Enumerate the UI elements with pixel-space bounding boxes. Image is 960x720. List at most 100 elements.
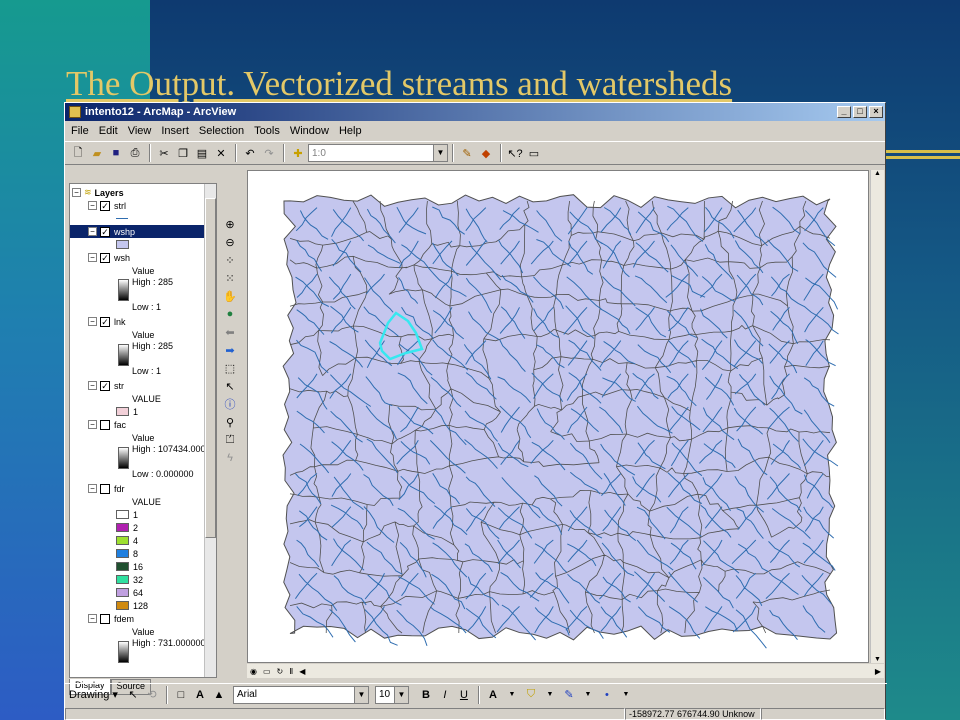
menu-insert[interactable]: Insert [161,125,189,137]
layer-fdr[interactable]: − fdr [88,482,125,495]
print-icon[interactable]: ⎙ [126,144,144,162]
scroll-right-icon[interactable]: ▶ [875,667,881,676]
whats-this-icon[interactable]: ↖? [506,144,524,162]
delete-icon[interactable]: ✕ [212,144,230,162]
collapse-icon[interactable]: − [88,227,97,236]
chevron-down-icon[interactable]: ▼ [617,686,635,704]
text-icon[interactable]: A [191,686,209,704]
undo-icon[interactable]: ↶ [241,144,259,162]
pan-icon[interactable]: ✋ [221,287,239,305]
scroll-down-icon[interactable]: ▼ [871,656,884,663]
bold-button[interactable]: B [417,686,435,704]
map-scale-combo[interactable]: 1:0 ▼ [308,144,448,162]
editor-toolbar-icon[interactable]: ✎ [458,144,476,162]
new-document-icon[interactable]: 🗋 [69,144,87,162]
layer-visibility-checkbox[interactable]: ✓ [100,380,110,391]
callout-icon[interactable]: ▲ [210,686,228,704]
close-button[interactable]: × [869,106,883,118]
map-horizontal-scrollbar[interactable]: ◉ ▭ ↻ Ⅱ ◀ ▶ [247,664,884,678]
layer-wshp[interactable]: − ✓ wshp [70,225,204,238]
collapse-icon[interactable]: − [88,253,97,262]
menu-help[interactable]: Help [339,125,362,137]
pause-icon[interactable]: Ⅱ [289,667,293,676]
select-features-icon[interactable]: ⬚ [221,359,239,377]
menu-window[interactable]: Window [290,125,329,137]
collapse-icon[interactable]: − [88,484,97,493]
menu-selection[interactable]: Selection [199,125,244,137]
fill-color-icon[interactable]: ⛉ [522,686,540,704]
chevron-down-icon[interactable]: ▼ [503,686,521,704]
select-elements-icon[interactable]: ↖ [221,377,239,395]
paste-icon[interactable]: ▤ [193,144,211,162]
find-icon[interactable]: ⚲ [221,413,239,431]
data-view-icon[interactable]: ◉ [250,667,257,676]
menu-edit[interactable]: Edit [99,125,118,137]
menu-file[interactable]: File [71,125,89,137]
menu-view[interactable]: View [128,125,152,137]
fixed-zoom-in-icon[interactable]: ⁘ [221,251,239,269]
cut-icon[interactable]: ✂ [155,144,173,162]
collapse-icon[interactable]: − [88,317,97,326]
copy-icon[interactable]: ❐ [174,144,192,162]
add-data-icon[interactable]: ✚ [289,144,307,162]
map-display[interactable] [247,170,869,663]
scroll-up-icon[interactable]: ▲ [871,170,884,177]
layer-wsh[interactable]: − ✓ wsh [88,251,130,264]
layer-visibility-checkbox[interactable]: ✓ [100,200,110,211]
arctoolbox-icon[interactable]: ◆ [477,144,495,162]
layer-visibility-checkbox[interactable]: ✓ [100,316,110,327]
layer-fac[interactable]: − fac [88,418,126,431]
scroll-left-icon[interactable]: ◀ [299,667,305,676]
map-vertical-scrollbar[interactable]: ▲ ▼ [870,170,884,663]
forward-extent-icon[interactable]: ➡ [221,341,239,359]
maximize-button[interactable]: □ [853,106,867,118]
minus-icon[interactable]: ▭ [525,144,543,162]
layer-visibility-checkbox[interactable] [100,483,110,494]
wshp-fill-symbol[interactable] [116,238,133,251]
marker-color-icon[interactable]: • [598,686,616,704]
rotate-icon[interactable]: ⟲ [143,686,161,704]
zoom-in-icon[interactable]: ⊕ [221,215,239,233]
line-color-icon[interactable]: ✎ [560,686,578,704]
drawing-menu[interactable]: Drawing ▾ [69,688,118,701]
refresh-icon[interactable]: ↻ [277,667,284,676]
layout-view-icon[interactable]: ▭ [263,667,271,676]
underline-button[interactable]: U [455,686,473,704]
hyperlink-icon[interactable]: ϟ [221,449,239,467]
collapse-icon[interactable]: − [88,420,97,429]
collapse-icon[interactable]: − [88,381,97,390]
collapse-icon[interactable]: − [88,614,97,623]
identify-icon[interactable]: ⓘ [221,395,239,413]
layer-str[interactable]: − ✓ str [88,379,124,392]
collapse-icon[interactable]: − [88,201,97,210]
layer-visibility-checkbox[interactable]: ✓ [100,252,110,263]
layer-strl[interactable]: − ✓ strl [88,199,126,212]
minimize-button[interactable]: _ [837,106,851,118]
font-select[interactable]: Arial ▼ [232,685,369,704]
select-elements-icon[interactable]: ↖ [124,686,142,704]
font-color-icon[interactable]: A [484,686,502,704]
layer-lnk[interactable]: − ✓ lnk [88,315,126,328]
zoom-out-icon[interactable]: ⊖ [221,233,239,251]
collapse-icon[interactable]: − [72,188,81,197]
layer-fdem[interactable]: − fdem [88,612,134,625]
toc-scrollbar[interactable] [204,184,216,677]
layers-root[interactable]: − ≋ Layers [72,186,124,199]
chevron-down-icon[interactable]: ▼ [579,686,597,704]
fixed-zoom-out-icon[interactable]: ⁙ [221,269,239,287]
strl-line-symbol[interactable] [116,212,128,225]
layer-visibility-checkbox[interactable]: ✓ [100,226,110,237]
measure-icon[interactable]: ⏍ [221,431,239,449]
scroll-thumb[interactable] [205,198,216,538]
menu-tools[interactable]: Tools [254,125,280,137]
italic-button[interactable]: I [436,686,454,704]
full-extent-icon[interactable]: ● [221,305,239,323]
layer-visibility-checkbox[interactable] [100,613,110,624]
open-folder-icon[interactable]: ▰ [88,144,106,162]
save-icon[interactable]: ■ [107,144,125,162]
font-size-select[interactable]: 10 ▼ [374,685,409,704]
chevron-down-icon[interactable]: ▼ [541,686,559,704]
layer-visibility-checkbox[interactable] [100,419,110,430]
redo-icon[interactable]: ↷ [260,144,278,162]
back-extent-icon[interactable]: ⬅ [221,323,239,341]
